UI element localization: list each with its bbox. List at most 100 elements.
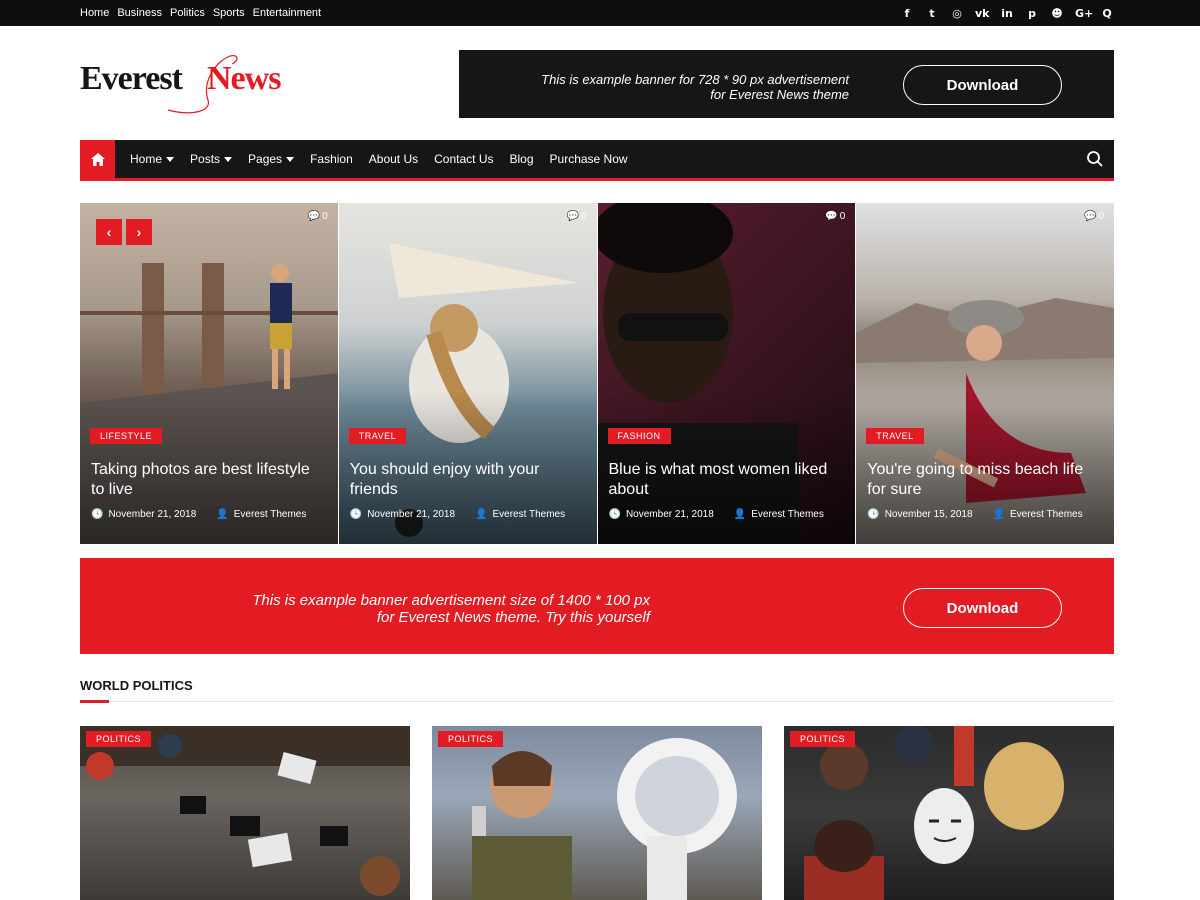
header-ad-banner[interactable]: This is example banner for 728 * 90 px a… <box>459 50 1114 118</box>
main-nav: Home Posts Pages Fashion About Us Contac… <box>80 140 1114 181</box>
logo-word-everest: Everest <box>80 60 183 97</box>
comment-count-value: 0 <box>839 211 846 222</box>
clock-icon: 🕓 <box>91 509 104 520</box>
top-link-home[interactable]: Home <box>80 7 109 19</box>
slide-title[interactable]: You should enjoy with your friends <box>350 460 586 500</box>
user-icon: 👤 <box>216 509 229 520</box>
comment-count[interactable]: 💬 0 <box>1084 211 1104 222</box>
red-ad-text: This is example banner advertisement siz… <box>190 592 650 626</box>
nav-label: About Us <box>368 152 419 166</box>
comment-count[interactable]: 💬 0 <box>566 211 586 222</box>
user-icon: 👤 <box>733 509 747 520</box>
politics-card[interactable]: POLITICS <box>432 726 762 900</box>
slide-date[interactable]: November 21, 2018 <box>367 509 455 520</box>
header-download-button[interactable]: Download <box>903 65 1062 105</box>
clock-icon: 🕓 <box>867 509 880 520</box>
comment-count[interactable]: 💬 0 <box>308 211 328 222</box>
category-badge[interactable]: POLITICS <box>790 731 856 747</box>
site-logo[interactable]: Everest News <box>80 52 300 118</box>
social-icons: f t ◎ vk in p ☻ G+ Q <box>900 0 1114 26</box>
caret-down-icon <box>166 156 175 162</box>
google-plus-icon[interactable]: G+ <box>1075 7 1093 20</box>
comment-icon: 💬 <box>825 211 838 222</box>
nav-item-purchase-now[interactable]: Purchase Now <box>542 152 636 166</box>
nav-label: Contact Us <box>434 152 494 166</box>
nav-label: Posts <box>190 152 221 166</box>
slide-meta: 🕓 November 21, 2018 👤 Everest Themes <box>91 509 306 520</box>
nav-item-blog[interactable]: Blog <box>501 152 541 166</box>
nav-label: Blog <box>509 152 534 166</box>
nav-item-contact-us[interactable]: Contact Us <box>426 152 501 166</box>
pinterest-icon[interactable]: p <box>1025 7 1039 20</box>
politics-card[interactable]: POLITICS <box>784 726 1114 900</box>
red-ad-line2: for Everest News theme. Try this yoursel… <box>376 609 650 626</box>
comment-count-value: 0 <box>1098 211 1104 222</box>
nav-label: Pages <box>248 152 283 166</box>
comment-count-value: 0 <box>322 211 328 222</box>
category-badge[interactable]: TRAVEL <box>348 428 407 444</box>
category-badge[interactable]: LIFESTYLE <box>90 428 163 444</box>
slide-author[interactable]: Everest Themes <box>751 509 824 520</box>
slide-author[interactable]: Everest Themes <box>493 509 566 520</box>
logo-word-news: News <box>207 60 281 97</box>
slide-card[interactable]: 💬 0 TRAVEL You should enjoy with your fri… <box>338 203 597 544</box>
category-badge[interactable]: POLITICS <box>86 731 152 747</box>
category-badge[interactable]: POLITICS <box>438 731 504 747</box>
nav-item-fashion[interactable]: Fashion <box>302 152 361 166</box>
nav-item-pages[interactable]: Pages <box>240 152 302 166</box>
comment-count[interactable]: 💬 0 <box>825 211 845 222</box>
slide-meta: 🕓 November 21, 2018 👤 Everest Themes <box>350 509 565 520</box>
nav-item-about-us[interactable]: About Us <box>361 152 426 166</box>
red-download-button[interactable]: Download <box>903 588 1062 628</box>
category-badge[interactable]: TRAVEL <box>866 428 924 444</box>
comment-count-value: 0 <box>580 211 587 222</box>
red-ad-banner[interactable]: This is example banner advertisement siz… <box>80 558 1114 654</box>
top-link-entertainment[interactable]: Entertainment <box>253 7 321 19</box>
slider-next-button[interactable]: › <box>126 219 152 245</box>
politics-card[interactable]: POLITICS <box>80 726 410 900</box>
slide-title[interactable]: You're going to miss beach life for sure <box>867 460 1103 500</box>
slide-date[interactable]: November 21, 2018 <box>108 509 196 520</box>
slide-card[interactable]: 💬 0 TRAVEL You're going to miss beach lif… <box>856 203 1114 544</box>
user-icon: 👤 <box>992 509 1005 520</box>
slide-card[interactable]: 💬 0 FASHION Blue is what most women liked… <box>597 203 856 544</box>
nav-item-home[interactable]: Home <box>122 152 182 166</box>
twitter-icon[interactable]: t <box>925 7 939 20</box>
clock-icon: 🕓 <box>349 509 363 520</box>
comment-icon: 💬 <box>566 211 579 222</box>
slide-author[interactable]: Everest Themes <box>1010 509 1083 520</box>
comment-icon: 💬 <box>307 211 321 222</box>
quora-icon[interactable]: Q <box>1100 7 1114 20</box>
comment-icon: 💬 <box>1083 211 1097 222</box>
facebook-icon[interactable]: f <box>900 7 914 20</box>
top-nav: Home Business Politics Sports Entertainm… <box>80 0 321 26</box>
slide-title[interactable]: Blue is what most women liked about <box>609 460 845 500</box>
section-title: WORLD POLITICS <box>80 678 193 693</box>
category-badge[interactable]: FASHION <box>607 428 671 444</box>
slider-arrows: ‹ › <box>96 219 152 245</box>
top-link-sports[interactable]: Sports <box>213 7 245 19</box>
main-menu: Home Posts Pages Fashion About Us Contac… <box>122 140 636 178</box>
vk-icon[interactable]: vk <box>975 7 990 20</box>
top-link-business[interactable]: Business <box>117 7 162 19</box>
home-icon <box>90 152 105 166</box>
reddit-icon[interactable]: ☻ <box>1050 7 1064 20</box>
slider-prev-button[interactable]: ‹ <box>96 219 122 245</box>
slide-date[interactable]: November 21, 2018 <box>626 509 714 520</box>
instagram-icon[interactable]: ◎ <box>950 7 964 20</box>
slide-date[interactable]: November 15, 2018 <box>885 509 973 520</box>
linkedin-icon[interactable]: in <box>1000 7 1014 20</box>
header-ad-text: This is example banner for 728 * 90 px a… <box>519 72 849 102</box>
home-button[interactable] <box>80 140 115 178</box>
nav-item-posts[interactable]: Posts <box>182 152 240 166</box>
slide-author[interactable]: Everest Themes <box>234 509 307 520</box>
nav-label: Fashion <box>310 152 353 166</box>
search-icon[interactable] <box>1086 150 1104 168</box>
section-divider <box>80 701 1114 702</box>
caret-down-icon <box>224 156 233 162</box>
slide-card[interactable]: ‹ › 💬 0 LIFESTYLE Taking photos are best … <box>80 203 338 544</box>
slide-title[interactable]: Taking photos are best lifestyle to live <box>91 460 327 500</box>
slide-meta: 🕓 November 21, 2018 👤 Everest Themes <box>609 509 824 520</box>
top-link-politics[interactable]: Politics <box>170 7 205 19</box>
card-photo <box>472 738 737 900</box>
